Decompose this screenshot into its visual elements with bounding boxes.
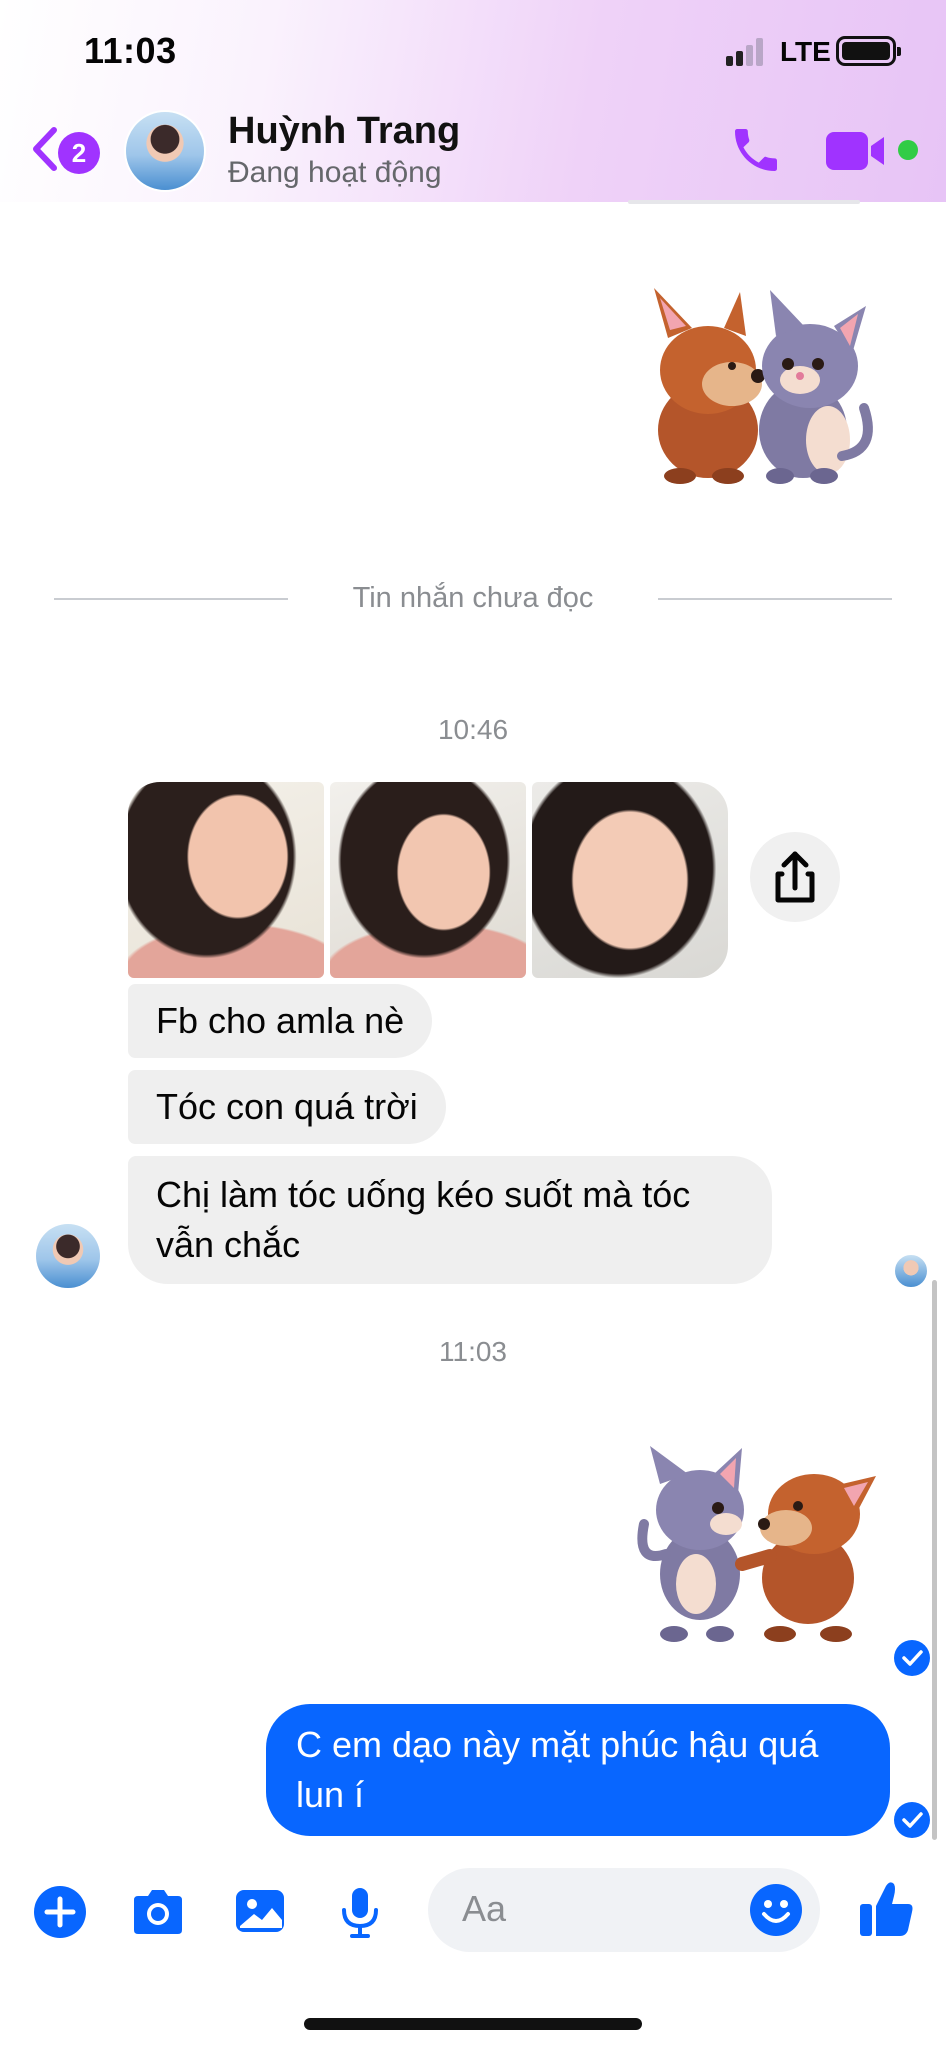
- contact-status: Đang hoạt động: [228, 156, 442, 189]
- video-call-button[interactable]: [824, 128, 888, 174]
- message-input[interactable]: Aa: [428, 1868, 820, 1952]
- composer-bar: Aa: [0, 1868, 946, 1968]
- contact-avatar[interactable]: [124, 110, 206, 192]
- dog-cat-sticker[interactable]: [628, 280, 878, 490]
- read-receipt-icon: [894, 1802, 930, 1838]
- read-receipt-icon: [894, 1640, 930, 1676]
- home-indicator[interactable]: [304, 2018, 642, 2030]
- status-time: 11:03: [84, 30, 177, 71]
- photo-2[interactable]: [330, 782, 526, 978]
- plus-icon[interactable]: [30, 1882, 90, 1942]
- message-placeholder: Aa: [462, 1888, 507, 1929]
- share-button[interactable]: [750, 832, 840, 922]
- thumbs-up-icon[interactable]: [856, 1876, 916, 1936]
- incoming-message[interactable]: Tóc con quá trời: [128, 1070, 446, 1144]
- unread-badge: 2: [58, 132, 100, 174]
- photo-3[interactable]: [532, 782, 728, 978]
- photo-1[interactable]: [128, 782, 324, 978]
- sender-avatar[interactable]: [36, 1224, 100, 1288]
- signal-icon: [726, 38, 770, 66]
- emoji-icon[interactable]: [748, 1882, 804, 1943]
- video-camera-icon: [826, 132, 884, 170]
- timestamp: 11:03: [439, 1336, 507, 1367]
- battery-icon: [836, 36, 901, 66]
- seen-avatar: [894, 1254, 928, 1288]
- network-label: LTE: [780, 36, 831, 67]
- divider: [628, 200, 860, 204]
- timestamp: 10:46: [437, 714, 509, 745]
- incoming-message[interactable]: Chị làm tóc uống kéo suốt mà tóc vẫn chắ…: [128, 1156, 772, 1284]
- gallery-icon[interactable]: [230, 1882, 290, 1942]
- voice-call-button[interactable]: [728, 122, 784, 178]
- phone-icon: [735, 129, 777, 171]
- cat-dog-sticker[interactable]: [630, 1444, 880, 1644]
- divider-line-right: [658, 598, 892, 600]
- online-indicator: [898, 140, 918, 160]
- share-icon: [775, 851, 815, 903]
- incoming-message[interactable]: Fb cho amla nè: [128, 984, 433, 1058]
- outgoing-message[interactable]: C em dạo này mặt phúc hậu quá lun í: [266, 1704, 890, 1836]
- camera-icon[interactable]: [128, 1882, 188, 1942]
- microphone-icon[interactable]: [330, 1882, 390, 1942]
- contact-name[interactable]: Huỳnh Trang: [228, 110, 460, 153]
